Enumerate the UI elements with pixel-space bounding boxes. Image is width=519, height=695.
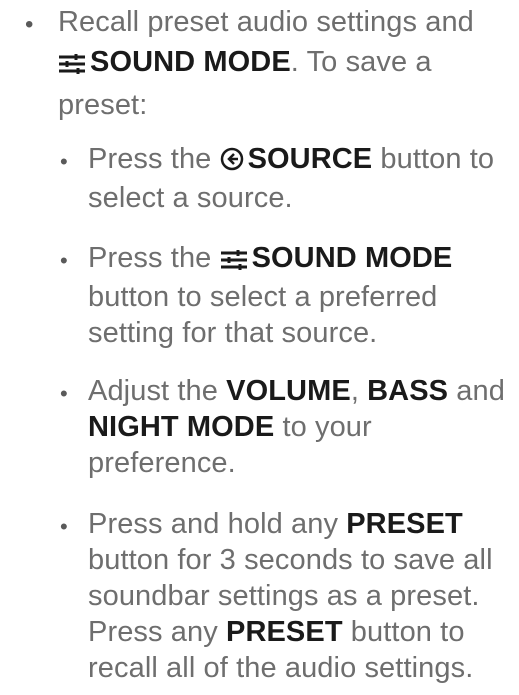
preset-label: PRESET [226,616,343,648]
bullet-point: • [60,248,68,273]
source-button-label: SOURCE [247,143,373,175]
bass-label: BASS [367,375,449,407]
bullet-point: • [60,381,68,406]
sub-text-after: button to select a preferred setting for… [88,281,438,349]
sub-text-before: Press the [88,242,220,274]
sub-bullet-text: Press and hold any PRESET button for 3 s… [88,506,508,686]
sub-bullet-text: Press the SOURCE button to select a sour… [88,141,508,216]
volume-label: VOLUME [226,375,351,407]
preset-label: PRESET [346,508,463,540]
main-bullet-text: Recall preset audio settings and SOUND M… [58,2,508,125]
source-icon [220,144,244,180]
night-mode-label: NIGHT MODE [88,411,275,443]
sub-bullet-text: Press the SOUND MODE button to select a … [88,240,508,351]
sub-text-before: Press the [88,143,220,175]
sub-text-before: Press and hold any [88,508,347,540]
sound-mode-button-label: SOUND MODE [251,242,453,274]
sub-text-middle: , [350,375,368,407]
sub-text-middle: and [448,375,505,407]
sound-mode-icon [220,243,248,279]
bullet-point: • [60,514,68,539]
sound-mode-icon [58,45,86,85]
document-page: • Recall preset audio settings and SOUND… [0,0,519,695]
main-text-before: Recall preset audio settings and [58,6,474,38]
sub-bullet-text: Adjust the VOLUME, BASS and NIGHT MODE t… [88,373,508,481]
sub-text-before: Adjust the [88,375,227,407]
bullet-point: • [25,11,34,38]
bullet-point: • [60,149,68,174]
main-sound-mode-label: SOUND MODE [90,46,291,78]
